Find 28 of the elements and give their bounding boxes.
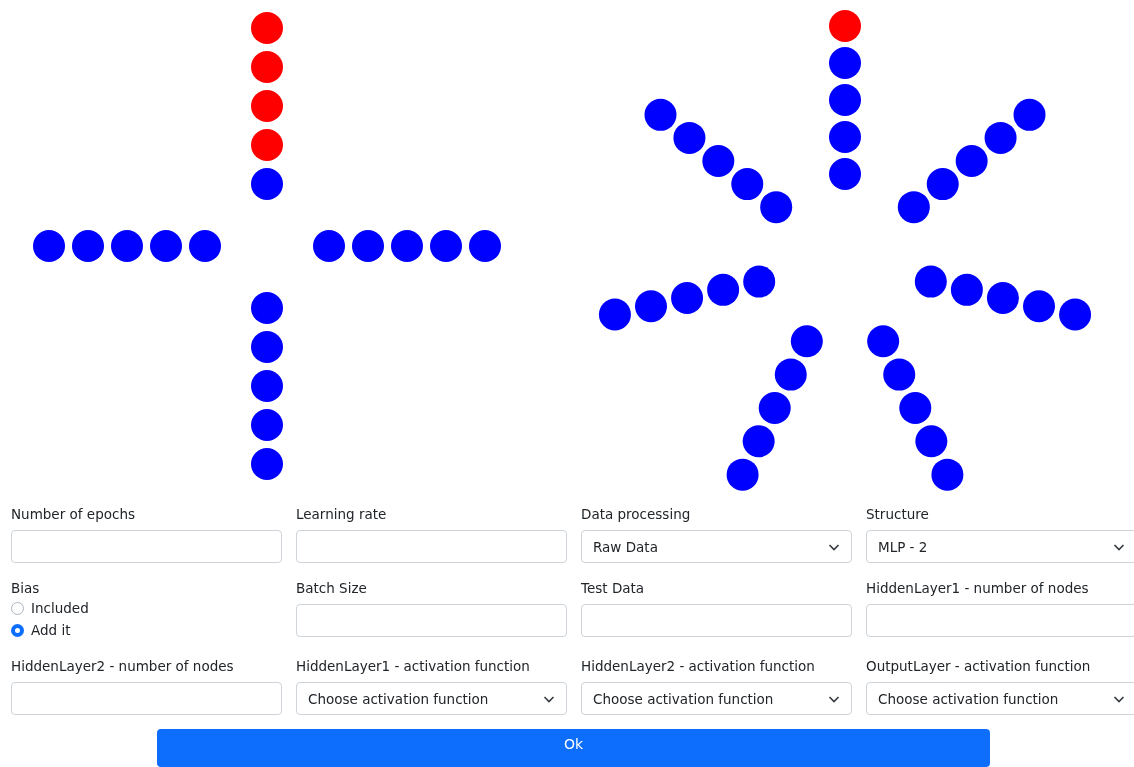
input-field[interactable] (11, 530, 282, 563)
dropdown[interactable]: Raw Data (581, 530, 852, 563)
field-label: Data processing (581, 505, 691, 523)
dropdown[interactable]: Choose activation function (866, 682, 1134, 715)
field-label: Learning rate (296, 505, 387, 523)
field-label: HiddenLayer1 - activation function (296, 657, 530, 675)
field-label: Number of epochs (11, 505, 135, 523)
input-field[interactable] (296, 604, 567, 637)
field-label: HiddenLayer2 - activation function (581, 657, 815, 675)
field-label: Test Data (581, 579, 645, 597)
field-label: HiddenLayer1 - number of nodes (866, 579, 1089, 597)
radio-label[interactable]: Included (31, 597, 89, 619)
dropdown[interactable]: MLP - 2 (866, 530, 1134, 563)
field-label: Batch Size (296, 579, 367, 597)
dropdown[interactable]: Choose activation function (296, 682, 567, 715)
ok-button[interactable]: Ok (157, 729, 990, 767)
radio-button[interactable] (11, 601, 24, 615)
radio-button[interactable] (11, 623, 24, 637)
input-field[interactable] (581, 604, 852, 637)
field-label: HiddenLayer2 - number of nodes (11, 657, 234, 675)
radio-label[interactable]: Add it (31, 619, 71, 641)
field-label: Bias (11, 579, 40, 597)
dropdown[interactable]: Choose activation function (581, 682, 852, 715)
input-field[interactable] (866, 604, 1134, 637)
field-label: OutputLayer - activation function (866, 657, 1091, 675)
input-field[interactable] (11, 682, 282, 715)
field-label: Structure (866, 505, 929, 523)
input-field[interactable] (296, 530, 567, 563)
